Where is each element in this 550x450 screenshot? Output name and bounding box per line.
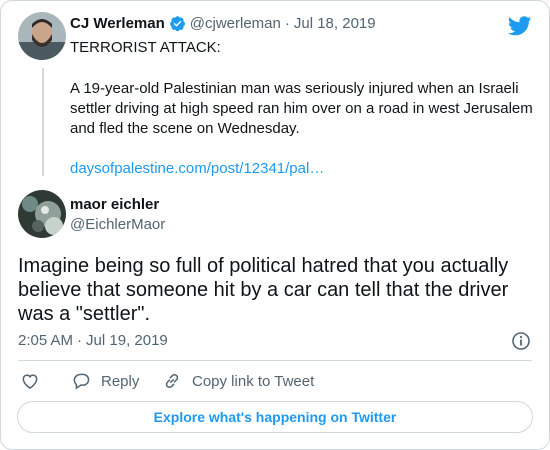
- explore-twitter-button[interactable]: Explore what's happening on Twitter: [17, 401, 533, 433]
- heart-icon: [22, 374, 38, 389]
- verified-badge-icon: [169, 15, 186, 32]
- quoted-headline: TERRORIST ATTACK:: [70, 39, 221, 56]
- reply-time: 2:05 AM: [18, 332, 74, 349]
- cj-werleman-avatar[interactable]: [18, 12, 66, 60]
- quoted-author-name[interactable]: CJ Werleman: [70, 15, 165, 32]
- quoted-article-link[interactable]: daysofpalestine.com/post/12341/pal…: [70, 160, 324, 177]
- copy-link-button[interactable]: Copy link to Tweet: [162, 370, 314, 392]
- twitter-bird-icon[interactable]: [507, 14, 532, 38]
- dot-separator: ·: [77, 332, 83, 349]
- dot-separator: ·: [284, 15, 290, 32]
- reply-timestamp[interactable]: 2:05 AM · Jul 19, 2019: [18, 332, 168, 349]
- reply-tweet-text: Imagine being so full of political hatre…: [18, 255, 509, 325]
- divider: [18, 360, 532, 361]
- reply-author-name[interactable]: maor eichler: [70, 196, 159, 213]
- thread-connector-line: [42, 68, 44, 176]
- info-icon[interactable]: [511, 331, 531, 351]
- explore-label: Explore what's happening on Twitter: [153, 409, 397, 425]
- reply-label: Reply: [101, 372, 140, 390]
- maor-eichler-avatar[interactable]: [18, 190, 66, 238]
- reply-handle[interactable]: @EichlerMaor: [70, 216, 165, 233]
- reply-button[interactable]: Reply: [71, 370, 139, 392]
- quoted-tweet-header: CJ Werleman @cjwerleman · Jul 18, 2019: [70, 15, 376, 32]
- reply-date: Jul 19, 2019: [86, 332, 168, 349]
- like-button[interactable]: [20, 370, 50, 392]
- quoted-handle[interactable]: @cjwerleman: [190, 15, 281, 32]
- reply-icon: [73, 373, 90, 390]
- quoted-date[interactable]: Jul 18, 2019: [294, 15, 376, 32]
- link-icon: [165, 373, 179, 389]
- copy-link-label: Copy link to Tweet: [192, 372, 315, 390]
- quoted-body: A 19-year-old Palestinian man was seriou…: [70, 80, 533, 137]
